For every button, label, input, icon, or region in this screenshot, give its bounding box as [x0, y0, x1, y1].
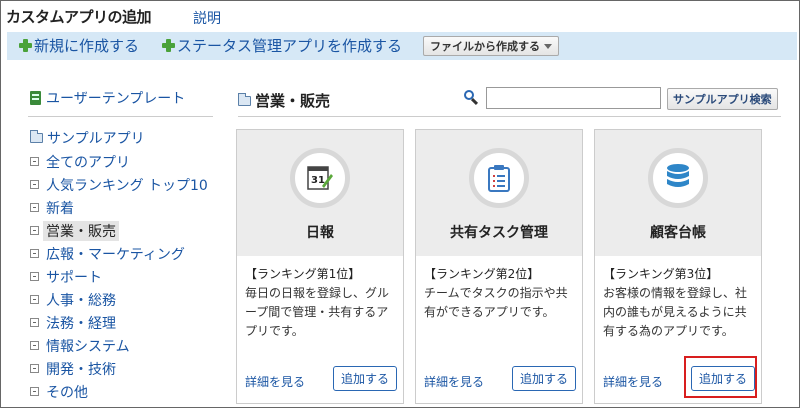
card-description: 毎日の日報を登録し、グループ間で管理・共有するアプリです。 — [245, 286, 390, 338]
create-from-file-dropdown[interactable]: ファイルから作成する — [423, 36, 559, 56]
search-icon — [464, 90, 479, 106]
category-list: 全てのアプリ 人気ランキング トップ10 新着 営業・販売 広報・マーケティング… — [30, 150, 208, 403]
card-rank: 【ランキング第3位】 — [603, 267, 719, 281]
view-details-link[interactable]: 詳細を見る — [245, 373, 305, 390]
view-details-link[interactable]: 詳細を見る — [424, 373, 484, 390]
category-item-ranking[interactable]: 人気ランキング トップ10 — [30, 173, 208, 196]
page-title: カスタムアプリの追加 — [6, 8, 152, 26]
card-header: 顧客台帳 — [595, 130, 761, 256]
plus-icon — [162, 39, 175, 52]
plus-icon — [19, 39, 32, 52]
category-item-hr[interactable]: 人事・総務 — [30, 288, 208, 311]
calendar-number: 31 — [311, 175, 325, 186]
folder-icon — [238, 92, 251, 106]
category-item-dev[interactable]: 開発・技術 — [30, 357, 208, 380]
search-input[interactable] — [486, 87, 661, 109]
create-from-file-label: ファイルから作成する — [430, 40, 540, 53]
tree-node-icon — [30, 157, 39, 166]
highlight-box — [684, 356, 757, 398]
tree-node-icon — [30, 364, 39, 373]
card-name: 日報 — [306, 225, 334, 241]
card-name: 顧客台帳 — [650, 225, 706, 241]
tree-node-icon — [30, 387, 39, 396]
category-item-sales[interactable]: 営業・販売 — [30, 219, 208, 242]
new-app-label: 新規に作成する — [34, 37, 140, 55]
category-item-all[interactable]: 全てのアプリ — [30, 150, 208, 173]
tree-node-icon — [30, 318, 39, 327]
app-card-shared-tasks: 共有タスク管理 【ランキング第2位】 チームでタスクの指示や共有ができるアプリで… — [415, 129, 583, 404]
tree-node-icon — [30, 272, 39, 281]
category-item-other[interactable]: その他 — [30, 380, 208, 403]
card-name: 共有タスク管理 — [450, 225, 548, 241]
clipboard-icon — [469, 148, 529, 208]
sample-apps-label: サンプルアプリ — [47, 131, 145, 147]
card-rank: 【ランキング第1位】 — [245, 267, 361, 281]
calendar-icon: 31 — [290, 148, 350, 208]
category-item-support[interactable]: サポート — [30, 265, 208, 288]
sample-apps-folder[interactable]: サンプルアプリ — [30, 128, 145, 148]
card-description: チームでタスクの指示や共有ができるアプリです。 — [424, 286, 568, 319]
database-icon — [648, 148, 708, 208]
card-header: 共有タスク管理 — [416, 130, 582, 256]
folder-icon — [30, 130, 43, 143]
card-description: お客様の情報を登録し、社内の誰もが見えるように共有する為のアプリです。 — [603, 286, 748, 338]
card-rank: 【ランキング第2位】 — [424, 267, 540, 281]
sample-search-button[interactable]: サンプルアプリ検索 — [667, 88, 778, 110]
app-card-daily-report: 31 日報 【ランキング第1位】 毎日の日報を登録し、グループ間で管理・共有する… — [236, 129, 404, 404]
tree-node-icon — [30, 226, 39, 235]
category-item-it[interactable]: 情報システム — [30, 334, 208, 357]
user-template-label: ユーザーテンプレート — [46, 91, 186, 107]
sidebar-divider — [28, 116, 213, 117]
status-app-button[interactable]: ステータス管理アプリを作成する — [162, 35, 402, 56]
new-app-button[interactable]: 新規に作成する — [19, 35, 139, 56]
user-template-link[interactable]: ユーザーテンプレート — [30, 88, 185, 108]
tree-node-icon — [30, 203, 39, 212]
app-card-customer-ledger: 顧客台帳 【ランキング第3位】 お客様の情報を登録し、社内の誰もが見えるように共… — [594, 129, 762, 404]
view-details-link[interactable]: 詳細を見る — [603, 373, 663, 390]
section-title: 営業・販売 — [255, 92, 331, 110]
status-app-label: ステータス管理アプリを作成する — [177, 37, 403, 55]
tree-node-icon — [30, 341, 39, 350]
add-button[interactable]: 追加する — [512, 366, 577, 391]
category-item-new[interactable]: 新着 — [30, 196, 208, 219]
help-link[interactable]: 説明 — [193, 8, 221, 28]
tree-node-icon — [30, 295, 39, 304]
tree-node-icon — [30, 180, 39, 189]
category-item-marketing[interactable]: 広報・マーケティング — [30, 242, 208, 265]
category-item-legal[interactable]: 法務・経理 — [30, 311, 208, 334]
tree-node-icon — [30, 249, 39, 258]
main-divider — [238, 116, 781, 117]
add-button[interactable]: 追加する — [333, 366, 398, 391]
chevron-down-icon — [544, 43, 552, 49]
template-icon — [30, 91, 41, 105]
toolbar: 新規に作成する ステータス管理アプリを作成する ファイルから作成する — [7, 32, 797, 60]
card-header: 31 日報 — [237, 130, 403, 256]
section-header: 営業・販売 — [238, 90, 330, 111]
